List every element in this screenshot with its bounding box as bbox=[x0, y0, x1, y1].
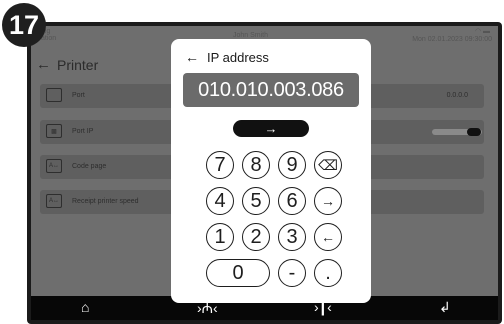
back-arrow-icon[interactable]: ← bbox=[185, 49, 199, 65]
code-page-icon: A↔ bbox=[46, 159, 62, 173]
page-header[interactable]: ← Printer bbox=[36, 56, 98, 73]
row-label: Port IP bbox=[72, 128, 94, 135]
printer-icon: ▩ bbox=[46, 124, 62, 138]
key-8[interactable]: 8 bbox=[242, 151, 270, 179]
page-title: Printer bbox=[57, 56, 99, 73]
wifi-battery-icon: ◠ ▬ bbox=[474, 28, 490, 35]
enter-icon[interactable]: ↲ bbox=[439, 299, 451, 316]
key-2[interactable]: 2 bbox=[242, 223, 270, 251]
row-value: 0.0.0.0 bbox=[446, 92, 468, 99]
key-0[interactable]: 0 bbox=[206, 259, 270, 287]
row-label: Code page bbox=[72, 163, 107, 170]
toggle-knob bbox=[467, 128, 481, 136]
ip-address-keypad: ← IP address 010.010.003.086 → 7 8 9 ⌫ 4… bbox=[171, 39, 371, 303]
monitor-icon bbox=[46, 88, 62, 102]
row-label: Port bbox=[72, 92, 85, 99]
key-7[interactable]: 7 bbox=[206, 151, 234, 179]
key-dot[interactable]: . bbox=[314, 259, 342, 287]
home-icon[interactable]: ⌂ bbox=[81, 299, 89, 315]
date-time: Mon 02.01.2023 09:30:00 bbox=[412, 36, 492, 43]
status-left-line2: ation bbox=[41, 35, 57, 42]
speed-icon: A↔ bbox=[46, 194, 62, 208]
connection-toggle[interactable] bbox=[432, 128, 482, 136]
arrow-right-key-icon[interactable]: → bbox=[314, 187, 342, 215]
row-label: Receipt printer speed bbox=[72, 198, 139, 205]
keypad-title: IP address bbox=[207, 49, 269, 65]
back-arrow-icon[interactable]: ← bbox=[36, 56, 51, 73]
key-9[interactable]: 9 bbox=[278, 151, 306, 179]
backspace-key-icon[interactable]: ⌫ bbox=[314, 151, 342, 179]
user-name: John Smith bbox=[233, 32, 269, 39]
key-minus[interactable]: - bbox=[278, 259, 306, 287]
ip-address-display[interactable]: 010.010.003.086 bbox=[183, 73, 359, 107]
key-1[interactable]: 1 bbox=[206, 223, 234, 251]
step-number-badge: 17 bbox=[2, 3, 46, 47]
keypad-header: ← IP address bbox=[185, 49, 269, 65]
confirm-button[interactable]: → bbox=[233, 120, 309, 137]
key-3[interactable]: 3 bbox=[278, 223, 306, 251]
arrow-left-key-icon[interactable]: ← bbox=[314, 223, 342, 251]
key-4[interactable]: 4 bbox=[206, 187, 234, 215]
key-5[interactable]: 5 bbox=[242, 187, 270, 215]
key-6[interactable]: 6 bbox=[278, 187, 306, 215]
